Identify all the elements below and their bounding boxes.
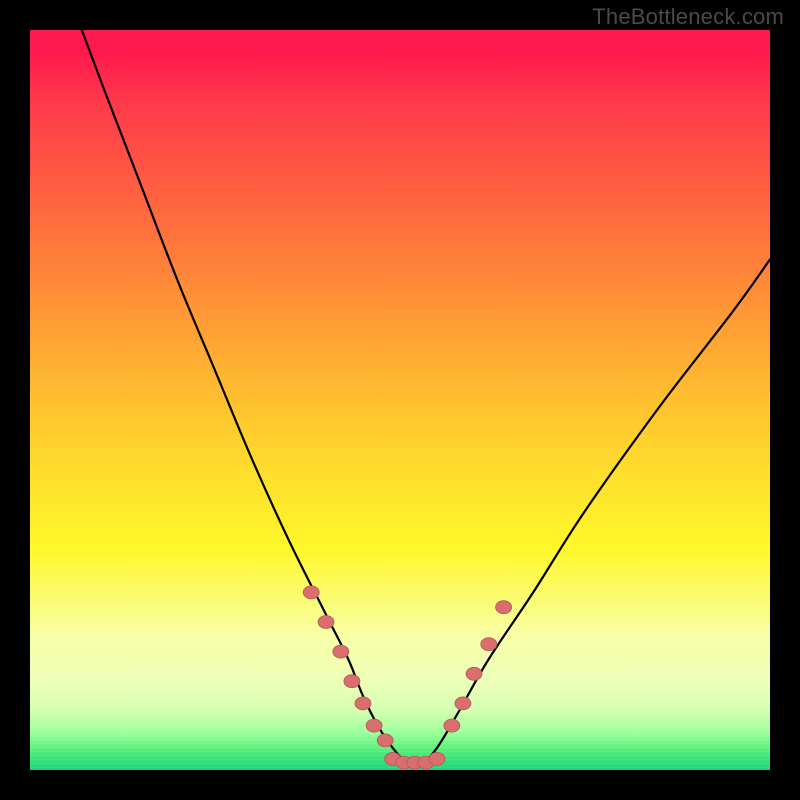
marker-dot (303, 586, 319, 599)
marker-dot (455, 697, 471, 710)
marker-dot (318, 616, 334, 629)
marker-dot (377, 734, 393, 747)
marker-dot (466, 667, 482, 680)
frame: TheBottleneck.com (0, 0, 800, 800)
marker-dot (444, 719, 460, 732)
curve-svg (30, 30, 770, 770)
marker-dot (481, 638, 497, 651)
marker-dot (429, 752, 445, 765)
markers-left (303, 586, 393, 747)
marker-dot (344, 675, 360, 688)
markers-right (444, 601, 512, 732)
bottleneck-curve (82, 30, 770, 765)
marker-dot (366, 719, 382, 732)
plot-area (30, 30, 770, 770)
marker-dot (333, 645, 349, 658)
markers-floor (385, 752, 445, 769)
marker-dot (355, 697, 371, 710)
marker-dot (496, 601, 512, 614)
watermark-text: TheBottleneck.com (592, 4, 784, 30)
